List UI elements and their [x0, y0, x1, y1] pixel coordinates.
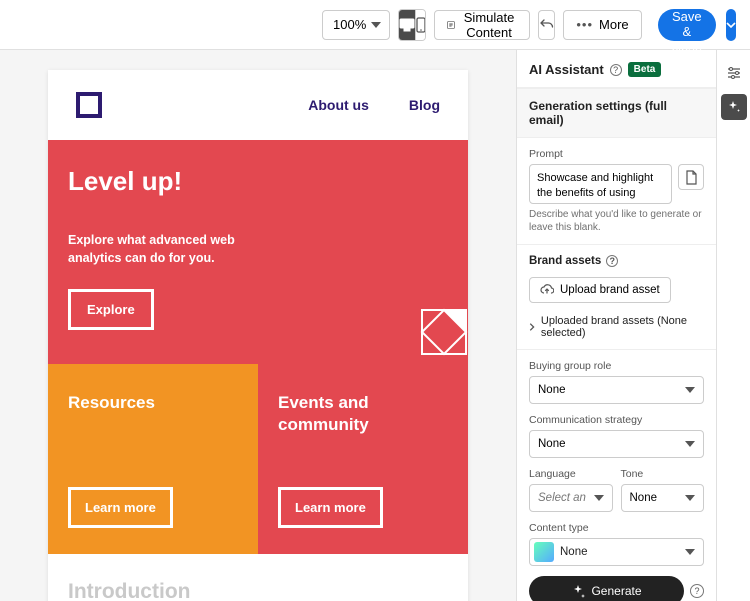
- tone-label: Tone: [621, 468, 705, 480]
- desktop-button[interactable]: [399, 10, 416, 40]
- buying-group-label: Buying group role: [529, 360, 704, 372]
- logo-icon: [76, 92, 102, 118]
- generate-button[interactable]: Generate: [529, 576, 684, 601]
- help-icon[interactable]: ?: [610, 64, 622, 76]
- uploaded-assets-row[interactable]: Uploaded brand assets (None selected): [529, 315, 704, 339]
- options-section: Buying group role None Communication str…: [517, 349, 716, 601]
- help-icon[interactable]: ?: [690, 584, 704, 598]
- simulate-content-button[interactable]: Simulate Content: [434, 10, 531, 40]
- right-rail: [716, 50, 750, 601]
- card-button[interactable]: Learn more: [278, 487, 383, 528]
- more-button[interactable]: ••• More: [563, 10, 641, 40]
- save-dropdown-button[interactable]: [726, 9, 736, 41]
- section-title: Generation settings (full email): [517, 88, 716, 138]
- prompt-helper: Describe what you'd like to generate or …: [529, 208, 704, 234]
- desktop-icon: [399, 18, 415, 32]
- upload-brand-asset-button[interactable]: Upload brand asset: [529, 277, 671, 303]
- canvas-area[interactable]: About us Blog Level up! Explore what adv…: [0, 50, 516, 601]
- hero-title: Level up!: [68, 166, 446, 197]
- intro-section: Introduction: [48, 554, 468, 601]
- nav-about-link[interactable]: About us: [308, 97, 369, 113]
- save-close-button[interactable]: Save & close: [658, 9, 716, 41]
- ellipsis-icon: •••: [576, 17, 593, 32]
- content-type-thumb-icon: [534, 542, 554, 562]
- card-resources[interactable]: Resources Learn more: [48, 364, 258, 554]
- help-icon[interactable]: ?: [606, 255, 618, 267]
- mobile-button[interactable]: [416, 10, 426, 40]
- sparkle-icon: [727, 100, 741, 114]
- hero-subtitle: Explore what advanced web analytics can …: [68, 231, 288, 267]
- ai-rail-button[interactable]: [721, 94, 747, 120]
- top-toolbar: 100% T Simulate Content ••• More Save & …: [0, 0, 750, 50]
- chart-decor-icon: [420, 308, 468, 356]
- undo-button[interactable]: [538, 10, 555, 40]
- ai-assistant-panel: AI Assistant ? Beta Generation settings …: [516, 50, 716, 601]
- card-title: Events and community: [278, 392, 448, 436]
- chevron-down-icon: [726, 22, 736, 28]
- brand-assets-label: Brand assets ?: [529, 255, 704, 267]
- simulate-label: Simulate Content: [461, 10, 518, 40]
- nav-links: About us Blog: [308, 97, 440, 113]
- tone-select[interactable]: None: [621, 484, 705, 512]
- buying-group-select[interactable]: None: [529, 376, 704, 404]
- intro-heading: Introduction: [68, 580, 448, 601]
- prompt-library-button[interactable]: [678, 164, 704, 190]
- cards-row: Resources Learn more Events and communit…: [48, 364, 468, 554]
- sparkle-icon: [571, 584, 585, 598]
- brand-assets-section: Brand assets ? Upload brand asset Upload…: [517, 244, 716, 349]
- comm-strategy-select[interactable]: None: [529, 430, 704, 458]
- card-title: Resources: [68, 392, 238, 414]
- hero-block[interactable]: Level up! Explore what advanced web anal…: [48, 140, 468, 364]
- settings-rail-button[interactable]: [721, 60, 747, 86]
- mobile-icon: [416, 17, 426, 33]
- device-toggle-group: T: [398, 9, 426, 41]
- panel-title: AI Assistant: [529, 62, 604, 77]
- content-type-label: Content type: [529, 522, 704, 534]
- main-area: About us Blog Level up! Explore what adv…: [0, 50, 750, 601]
- document-icon: [685, 170, 698, 185]
- chevron-right-icon: [529, 322, 535, 332]
- undo-icon: [539, 18, 554, 31]
- panel-header: AI Assistant ? Beta: [517, 50, 716, 88]
- card-button[interactable]: Learn more: [68, 487, 173, 528]
- comm-strategy-label: Communication strategy: [529, 414, 704, 426]
- prompt-section: Prompt Describe what you'd like to gener…: [517, 138, 716, 244]
- email-canvas: About us Blog Level up! Explore what adv…: [48, 70, 468, 601]
- zoom-select[interactable]: 100%: [322, 10, 390, 40]
- language-label: Language: [529, 468, 613, 480]
- nav-blog-link[interactable]: Blog: [409, 97, 440, 113]
- simulate-icon: [447, 18, 455, 32]
- beta-badge: Beta: [628, 62, 662, 77]
- sliders-icon: [726, 66, 742, 80]
- upload-icon: [540, 284, 554, 296]
- canvas-nav: About us Blog: [48, 70, 468, 140]
- content-type-select[interactable]: None: [529, 538, 704, 566]
- language-select[interactable]: Select an opti…: [529, 484, 613, 512]
- prompt-input[interactable]: [529, 164, 672, 204]
- hero-button[interactable]: Explore: [68, 289, 154, 330]
- more-label: More: [599, 17, 629, 32]
- prompt-label: Prompt: [529, 148, 704, 160]
- card-events[interactable]: Events and community Learn more: [258, 364, 468, 554]
- upload-label: Upload brand asset: [560, 284, 660, 296]
